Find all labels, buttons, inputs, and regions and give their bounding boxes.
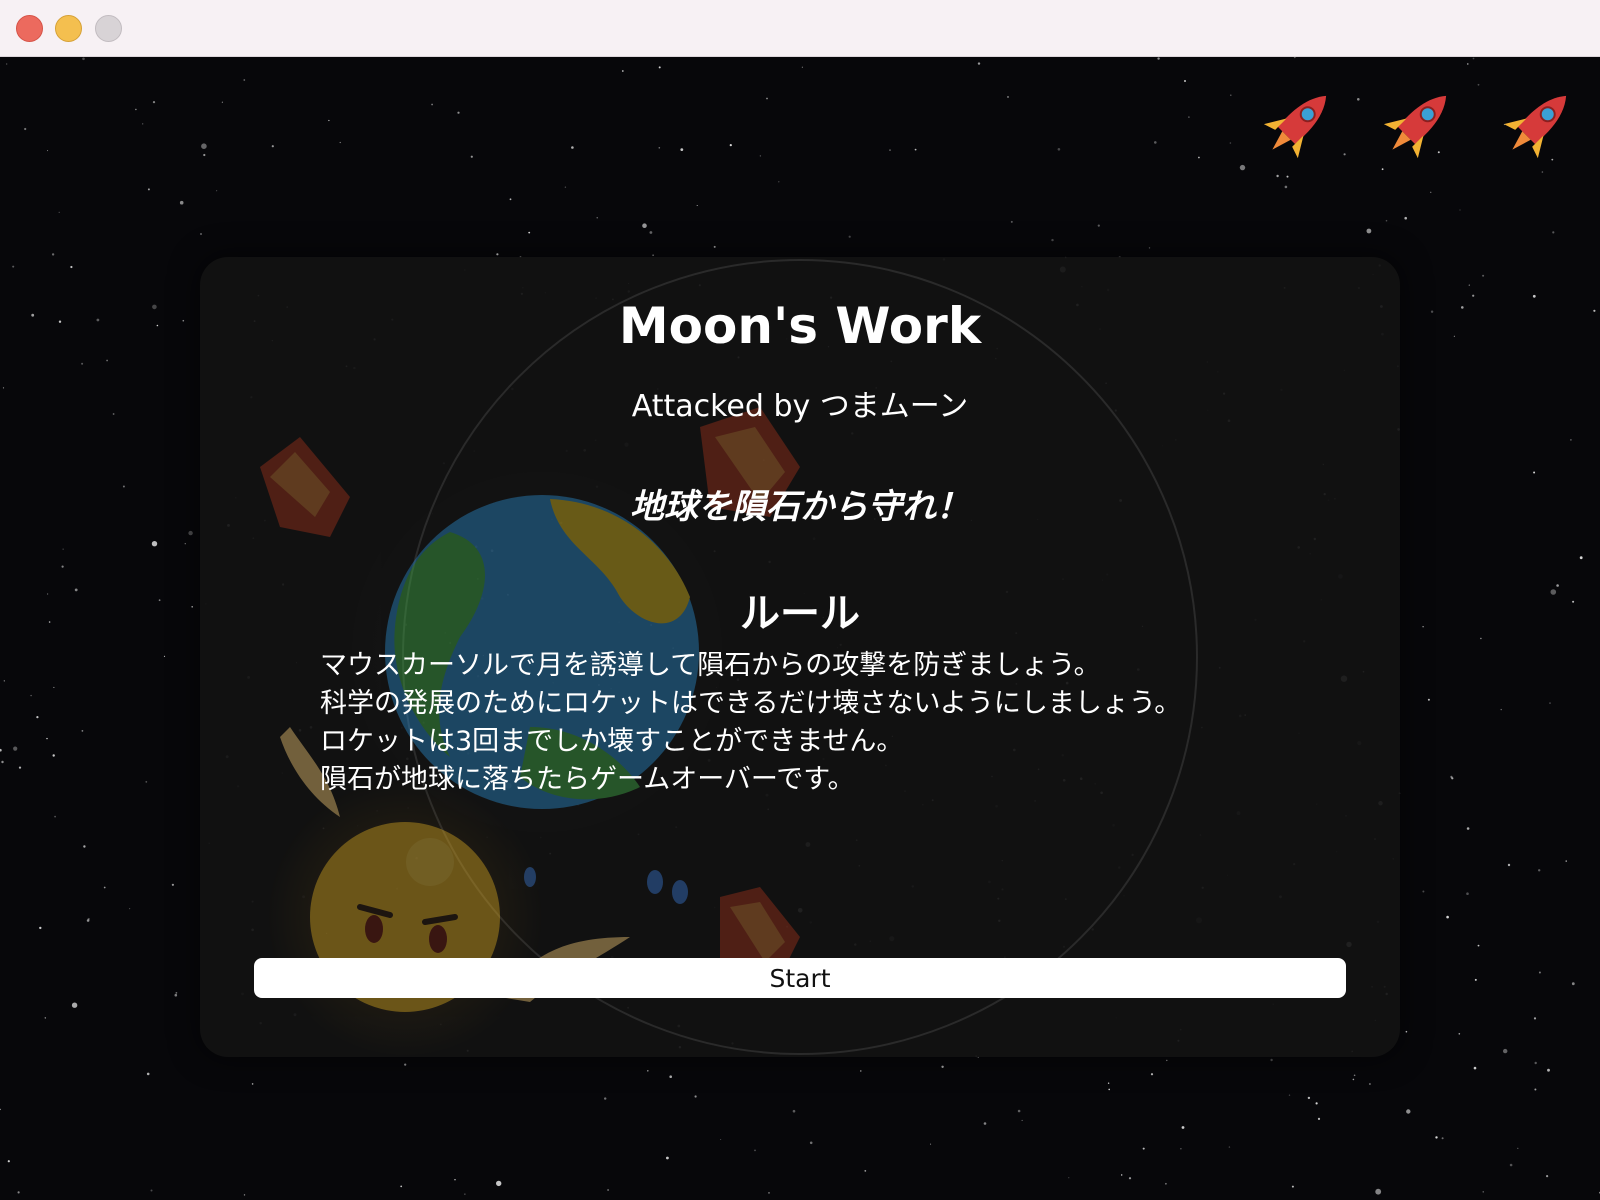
rules-list: マウスカーソルで月を誘導して隕石からの攻撃を防ぎましょう。 科学の発展のためにロ… xyxy=(320,647,1320,799)
start-dialog: Moon's Work Attacked by つまムーン 地球を隕石から守れ！… xyxy=(200,257,1400,1057)
game-canvas[interactable]: Moon's Work Attacked by つまムーン 地球を隕石から守れ！… xyxy=(0,57,1600,1200)
window-maximize-button[interactable] xyxy=(95,15,122,42)
rocket-life-icon xyxy=(1245,77,1345,177)
rule-item: 隕石が地球に落ちたらゲームオーバーです。 xyxy=(320,764,855,795)
rule-item: 科学の発展のためにロケットはできるだけ壊さないようにしましょう。 xyxy=(320,688,1182,719)
rocket-life-icon xyxy=(1365,77,1465,177)
window-close-button[interactable] xyxy=(16,15,43,42)
window-titlebar xyxy=(0,0,1600,57)
rule-item: マウスカーソルで月を誘導して隕石からの攻撃を防ぎましょう。 xyxy=(320,650,1101,681)
game-tagline: 地球を隕石から守れ！ xyxy=(630,487,970,527)
game-subtitle: Attacked by つまムーン xyxy=(631,389,969,424)
start-button[interactable]: Start xyxy=(254,958,1346,998)
rocket-life-icon xyxy=(1485,77,1585,177)
window-minimize-button[interactable] xyxy=(55,15,82,42)
game-title: Moon's Work xyxy=(618,297,982,355)
rule-item: ロケットは3回までしか壊すことができません。 xyxy=(320,726,904,757)
rules-heading: ルール xyxy=(740,591,860,637)
